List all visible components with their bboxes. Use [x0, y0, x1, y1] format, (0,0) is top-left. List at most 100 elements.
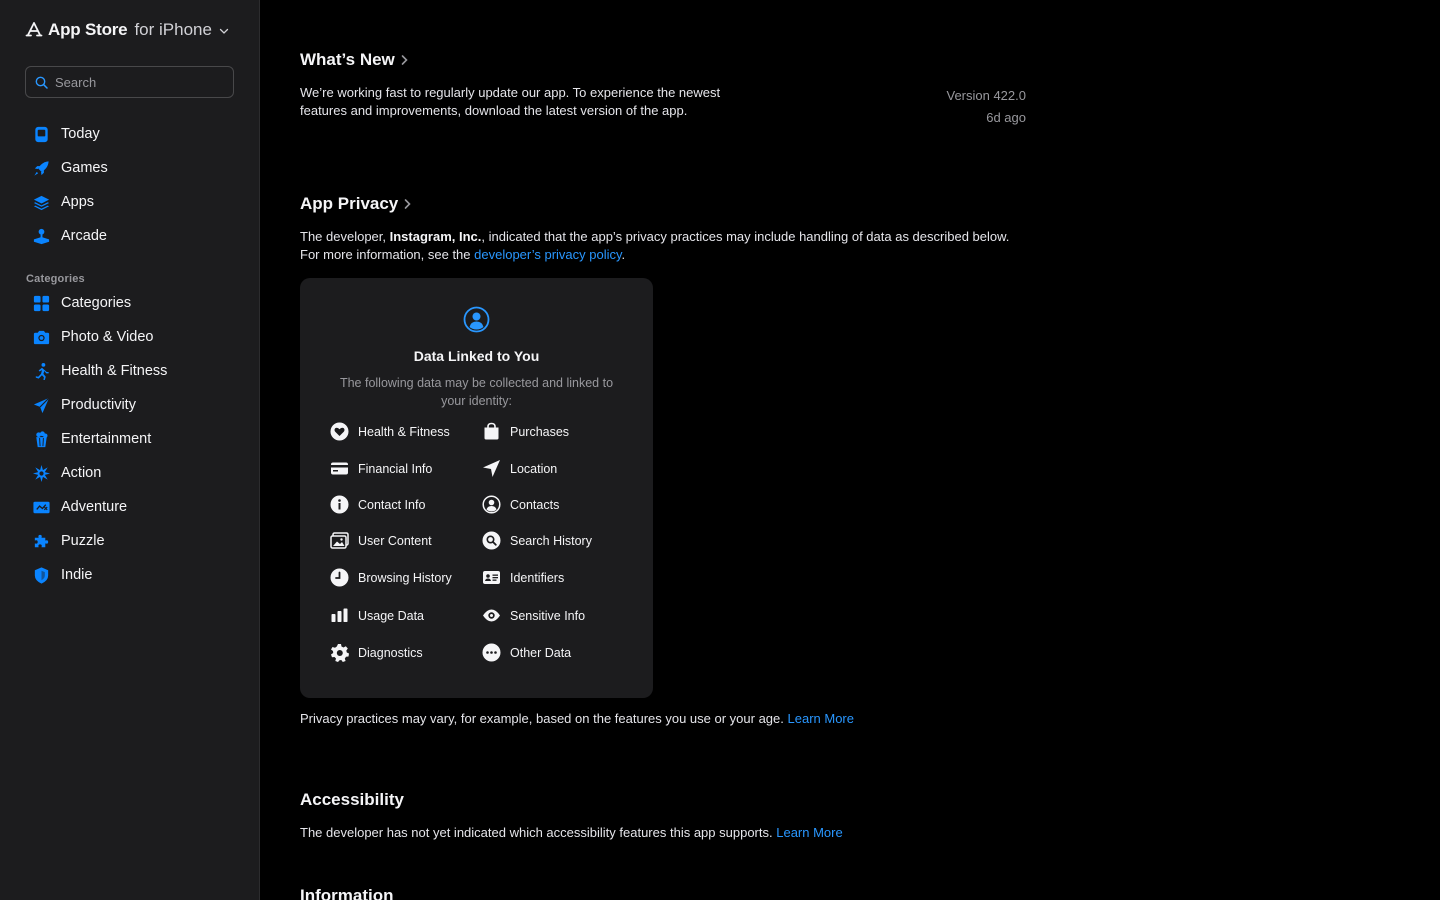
data-type-item: Diagnostics	[330, 643, 423, 662]
gear-icon	[331, 644, 349, 662]
nav-arcade[interactable]: Arcade	[24, 219, 236, 253]
grid-icon	[31, 293, 51, 313]
contacts-icon	[482, 495, 501, 514]
accessibility-learn-more-link[interactable]: Learn More	[776, 825, 842, 840]
data-type-label: Contacts	[510, 497, 560, 512]
nav-categories[interactable]: Categories	[24, 286, 236, 320]
whats-new-title[interactable]: What’s New	[300, 50, 409, 70]
popcorn-icon	[31, 429, 51, 449]
puzzle-icon	[31, 531, 51, 551]
nav-label: Action	[61, 465, 102, 481]
version-info: Version 422.0 6d ago	[940, 85, 1026, 129]
layers-icon	[31, 192, 51, 212]
chevron-right-icon	[401, 55, 408, 65]
data-type-label: Other Data	[510, 645, 572, 660]
chevron-right-icon	[404, 199, 411, 209]
location-arrow-icon	[483, 460, 500, 477]
card-title: Data Linked to You	[413, 348, 540, 364]
privacy-footer: Privacy practices may vary, for example,…	[300, 710, 1100, 728]
search-input[interactable]	[55, 74, 225, 90]
nav-indie[interactable]: Indie	[24, 558, 236, 592]
version-number: Version 422.0	[946, 88, 1026, 103]
search-icon	[35, 76, 48, 89]
eye-icon	[483, 609, 500, 622]
data-type-item: Purchases	[482, 422, 569, 441]
nav-health-fitness[interactable]: Health & Fitness	[24, 354, 236, 388]
data-type-label: Diagnostics	[358, 645, 423, 660]
data-type-item: Browsing History	[330, 568, 452, 587]
photo-stack-icon	[330, 532, 349, 549]
sidebar: App Store for iPhone Today Games	[0, 0, 260, 900]
nav-label: Adventure	[61, 499, 128, 515]
shield-icon	[31, 565, 51, 585]
nav-action[interactable]: Action	[24, 456, 236, 490]
running-icon	[31, 361, 51, 381]
data-type-label: Identifiers	[510, 570, 565, 585]
nav-today[interactable]: Today	[24, 117, 236, 151]
data-type-label: Browsing History	[358, 570, 452, 585]
categories-heading: Categories	[26, 273, 85, 285]
data-type-label: Contact Info	[358, 497, 426, 512]
nav-label: Indie	[61, 567, 93, 583]
nav-label: Puzzle	[61, 533, 105, 549]
map-icon	[31, 497, 51, 517]
bar-chart-icon	[331, 608, 348, 622]
data-type-label: Usage Data	[358, 608, 425, 623]
data-type-item: Contact Info	[330, 495, 425, 514]
nav-puzzle[interactable]: Puzzle	[24, 524, 236, 558]
accessibility-title: Accessibility	[300, 790, 404, 810]
search-box[interactable]	[25, 66, 234, 98]
data-type-item: Location	[482, 459, 557, 478]
ellipsis-circle-icon	[482, 643, 501, 662]
data-type-label: Purchases	[510, 424, 570, 439]
burst-icon	[31, 463, 51, 483]
info-icon	[330, 495, 349, 514]
nav-label: Health & Fitness	[61, 363, 168, 379]
store-platform: for iPhone	[134, 20, 212, 39]
clock-icon	[330, 568, 349, 587]
nav-games[interactable]: Games	[24, 151, 236, 185]
data-type-item: Sensitive Info	[482, 606, 585, 625]
nav-label: Photo & Video	[61, 329, 154, 345]
whats-new-heading: What’s New	[300, 50, 395, 69]
nav-label: Apps	[61, 194, 95, 210]
nav-apps[interactable]: Apps	[24, 185, 236, 219]
categories-nav: Categories Photo & Video Health & Fitnes…	[24, 286, 236, 592]
id-card-icon	[483, 571, 500, 584]
nav-label: Entertainment	[61, 431, 152, 447]
camera-icon	[31, 327, 51, 347]
nav-entertainment[interactable]: Entertainment	[24, 422, 236, 456]
heart-icon	[330, 422, 349, 441]
data-type-label: Search History	[510, 533, 592, 548]
data-type-label: Health & Fitness	[358, 424, 450, 439]
data-type-label: User Content	[358, 533, 432, 548]
privacy-learn-more-link[interactable]: Learn More	[788, 711, 854, 726]
accessibility-text: The developer has not yet indicated whic…	[300, 824, 1100, 842]
data-type-label: Financial Info	[358, 461, 433, 476]
nav-label: Productivity	[61, 397, 136, 413]
whats-new-text: We’re working fast to regularly update o…	[300, 85, 721, 118]
nav-label: Arcade	[61, 228, 107, 244]
accessibility-heading: Accessibility	[300, 790, 404, 809]
card-description: The following data may be collected and …	[339, 376, 614, 408]
release-age: 6d ago	[986, 110, 1026, 125]
rocket-icon	[31, 158, 51, 178]
nav-photo-video[interactable]: Photo & Video	[24, 320, 236, 354]
data-type-label: Sensitive Info	[510, 608, 586, 623]
nav-productivity[interactable]: Productivity	[24, 388, 236, 422]
data-type-item: Financial Info	[330, 459, 432, 478]
today-icon	[31, 124, 51, 144]
app-privacy-heading: App Privacy	[300, 194, 399, 213]
data-type-item: Health & Fitness	[330, 422, 450, 441]
nav-adventure[interactable]: Adventure	[24, 490, 236, 524]
store-switcher[interactable]: App Store for iPhone	[24, 18, 229, 42]
privacy-intro-prefix: The developer,	[300, 229, 390, 244]
nav-label: Games	[61, 160, 108, 176]
main-nav: Today Games Apps Arcade	[24, 117, 236, 253]
app-privacy-title[interactable]: App Privacy	[300, 194, 412, 214]
privacy-footer-text: Privacy practices may vary, for example,…	[300, 711, 784, 726]
privacy-policy-link[interactable]: developer’s privacy policy	[474, 247, 621, 262]
developer-name: Instagram, Inc.	[389, 229, 482, 244]
data-type-item: Usage Data	[330, 606, 424, 625]
data-type-item: Search History	[482, 531, 592, 550]
